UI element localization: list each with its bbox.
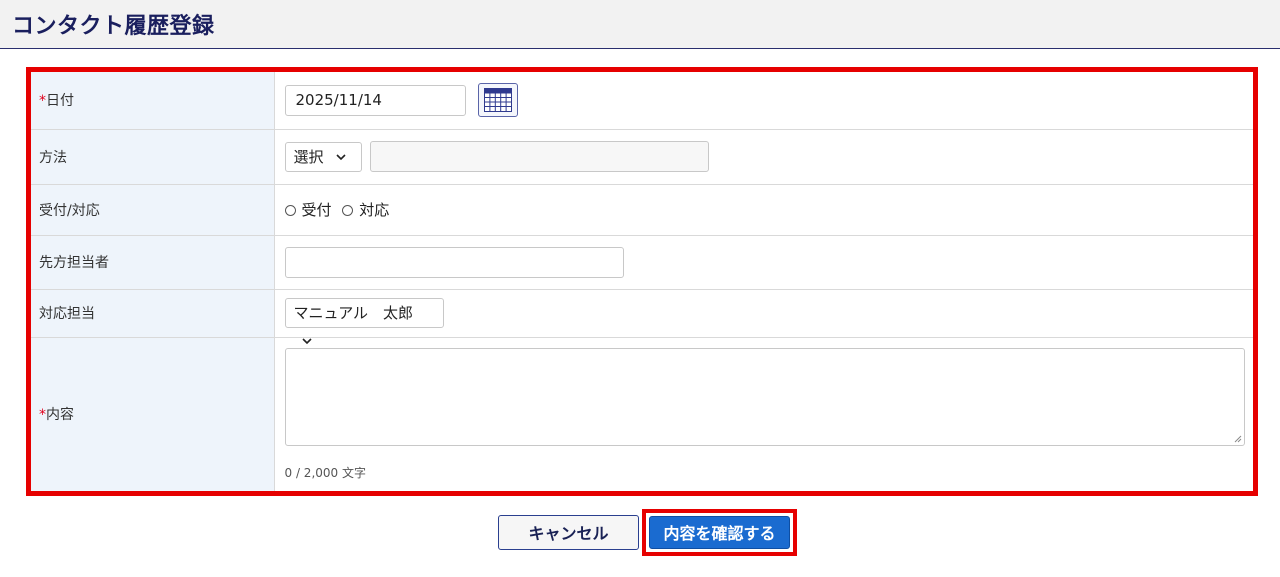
calendar-button[interactable] [477,83,518,118]
chevron-down-icon [301,338,312,345]
date-field-cell: 2025/11/14 [274,72,1253,130]
partner-label-cell: 先方担当者 [31,235,275,290]
form-row-content: *内容 0 / 2,000 文字 [31,337,1253,491]
date-label-cell: *日付 [31,72,275,130]
radio-label: 受付 [301,201,332,219]
date-input[interactable]: 2025/11/14 [284,84,466,116]
method-text-input[interactable] [369,141,709,172]
method-select[interactable]: 選択 [284,141,362,172]
page-title: コンタクト履歴登録 [12,14,215,39]
confirm-button[interactable]: 内容を確認する [649,516,790,549]
staff-label: 対応担当 [39,306,95,322]
confirm-highlight-frame: 内容を確認する [642,509,797,556]
calendar-icon [483,88,512,113]
staff-field-cell: マニュアル 太郎 [274,289,1253,345]
method-label: 方法 [39,149,67,166]
contact-form: *日付 2025/11/14 方法 選択 受付/対応 受付 対応 先方担当者 対… [31,72,1253,491]
method-select-value: 選択 [293,147,324,166]
content-label-cell: *内容 [31,337,275,491]
form-row-date: *日付 2025/11/14 [31,72,1253,130]
radio-button[interactable] [284,205,296,216]
form-highlight-frame: *日付 2025/11/14 方法 選択 受付/対応 受付 対応 先方担当者 対… [26,67,1258,496]
direction-field-cell: 受付 対応 [274,184,1253,236]
content-textarea[interactable] [284,347,1245,446]
partner-label: 先方担当者 [39,255,109,271]
partner-field-cell [274,235,1253,290]
date-label: 日付 [46,93,74,110]
radio-label: 対応 [359,201,390,219]
radio-option-response[interactable]: 対応 [342,199,389,220]
resize-handle-icon[interactable] [1234,435,1242,443]
form-row-direction: 受付/対応 受付 対応 [31,184,1253,236]
cancel-button[interactable]: キャンセル [498,515,639,550]
direction-label-cell: 受付/対応 [31,184,275,236]
form-row-partner: 先方担当者 [31,235,1253,290]
content-field-cell: 0 / 2,000 文字 [274,337,1253,491]
staff-select-value: マニュアル 太郎 [293,304,414,322]
direction-radio-group: 受付 対応 [284,199,396,220]
required-mark: * [39,407,46,424]
required-mark: * [39,93,46,110]
radio-option-reception[interactable]: 受付 [284,199,332,220]
radio-button[interactable] [342,205,354,216]
content-label: 内容 [46,407,74,424]
partner-input[interactable] [284,246,624,278]
chevron-down-icon [336,153,346,160]
staff-select[interactable]: マニュアル 太郎 [284,298,444,345]
char-counter: 0 / 2,000 文字 [284,465,366,480]
staff-label-cell: 対応担当 [31,289,275,338]
direction-label: 受付/対応 [39,202,100,219]
method-label-cell: 方法 [31,129,275,185]
form-row-staff: 対応担当 マニュアル 太郎 [31,289,1253,345]
form-row-method: 方法 選択 [31,129,1253,185]
page-header: コンタクト履歴登録 [0,0,1280,49]
method-field-cell: 選択 [274,129,1253,185]
